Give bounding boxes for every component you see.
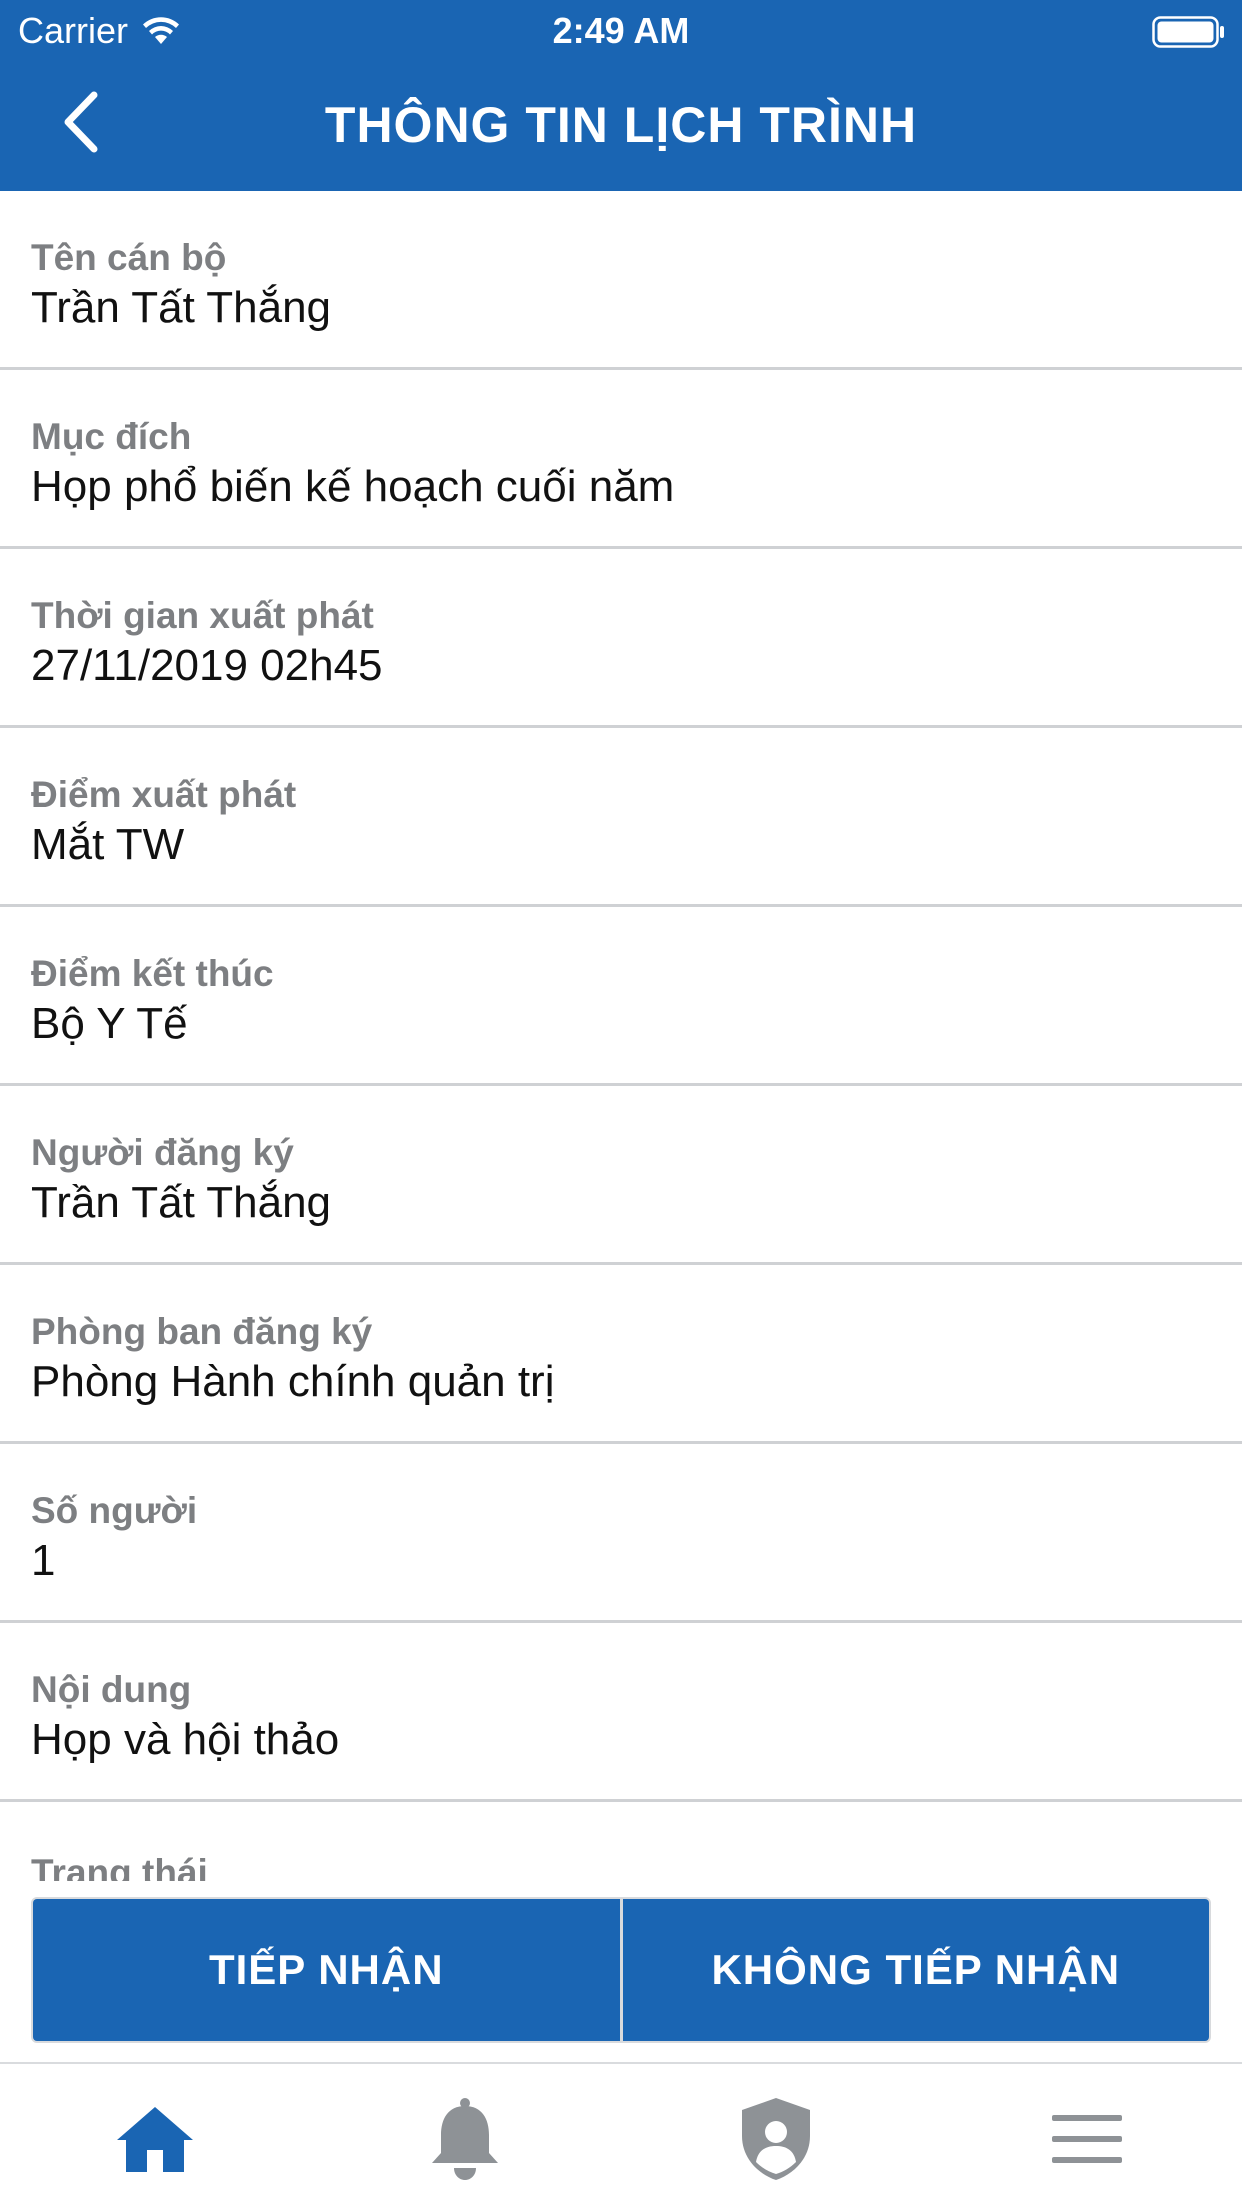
field-label: Thời gian xuất phát: [31, 595, 374, 636]
field-value: Trần Tất Thắng: [31, 1178, 332, 1227]
field-label: Điểm xuất phát: [31, 774, 297, 815]
field-label: Trạng thái: [31, 1852, 208, 1881]
page-title: THÔNG TIN LỊCH TRÌNH: [324, 97, 918, 153]
menu-icon: [1052, 2115, 1122, 2163]
field-value: Họp và hội thảo: [31, 1715, 340, 1764]
field-departure-time: Thời gian xuất phát 27/11/2019 02h45: [0, 549, 1242, 728]
header: Carrier 2:49 AM THÔNG TIN LỊCH TRÌNH: [0, 0, 1242, 191]
tab-menu[interactable]: [1042, 2094, 1132, 2184]
field-status: Trạng thái: [0, 1802, 1242, 1881]
nav-bar: THÔNG TIN LỊCH TRÌNH: [0, 62, 1242, 191]
field-start-point: Điểm xuất phát Mắt TW: [0, 728, 1242, 907]
field-purpose: Mục đích Họp phổ biến kế hoạch cuối năm: [0, 370, 1242, 549]
field-value: Mắt TW: [31, 820, 185, 869]
field-label: Người đăng ký: [31, 1132, 294, 1173]
field-department: Phòng ban đăng ký Phòng Hành chính quản …: [0, 1265, 1242, 1444]
screen: Carrier 2:49 AM THÔNG TIN LỊCH TRÌNH Tên…: [0, 0, 1242, 2208]
field-label: Mục đích: [31, 416, 192, 457]
battery-icon: [1152, 16, 1226, 48]
field-label: Số người: [31, 1490, 198, 1531]
home-icon: [117, 2107, 193, 2172]
tab-notifications[interactable]: [420, 2094, 510, 2184]
field-value: 27/11/2019 02h45: [31, 641, 383, 690]
field-end-point: Điểm kết thúc Bộ Y Tế: [0, 907, 1242, 1086]
field-officer-name: Tên cán bộ Trần Tất Thắng: [0, 191, 1242, 370]
field-people-count: Số người 1: [0, 1444, 1242, 1623]
tab-bar: [0, 2062, 1242, 2208]
field-value: Trần Tất Thắng: [31, 283, 332, 332]
field-label: Điểm kết thúc: [31, 953, 274, 994]
clock: 2:49 AM: [552, 10, 690, 51]
field-value: Phòng Hành chính quản trị: [31, 1357, 555, 1406]
bell-icon: [432, 2098, 498, 2180]
field-registrant: Người đăng ký Trần Tất Thắng: [0, 1086, 1242, 1265]
action-buttons: TIẾP NHẬN KHÔNG TIẾP NHẬN: [31, 1897, 1211, 2043]
status-bar: Carrier 2:49 AM: [0, 0, 1242, 62]
reject-button[interactable]: KHÔNG TIẾP NHẬN: [622, 1899, 1209, 2041]
field-label: Tên cán bộ: [31, 237, 227, 278]
field-label: Phòng ban đăng ký: [31, 1311, 373, 1352]
field-label: Nội dung: [31, 1669, 192, 1710]
shield-user-icon: [742, 2098, 810, 2180]
field-value: 1: [31, 1536, 56, 1585]
field-value: Họp phổ biến kế hoạch cuối năm: [31, 462, 675, 511]
tab-profile[interactable]: [731, 2094, 821, 2184]
tab-home[interactable]: [110, 2094, 200, 2184]
detail-list[interactable]: Tên cán bộ Trần Tất Thắng Mục đích Họp p…: [0, 191, 1242, 1881]
field-content: Nội dung Họp và hội thảo: [0, 1623, 1242, 1802]
field-value: Bộ Y Tế: [31, 999, 188, 1048]
accept-button[interactable]: TIẾP NHẬN: [33, 1899, 620, 2041]
